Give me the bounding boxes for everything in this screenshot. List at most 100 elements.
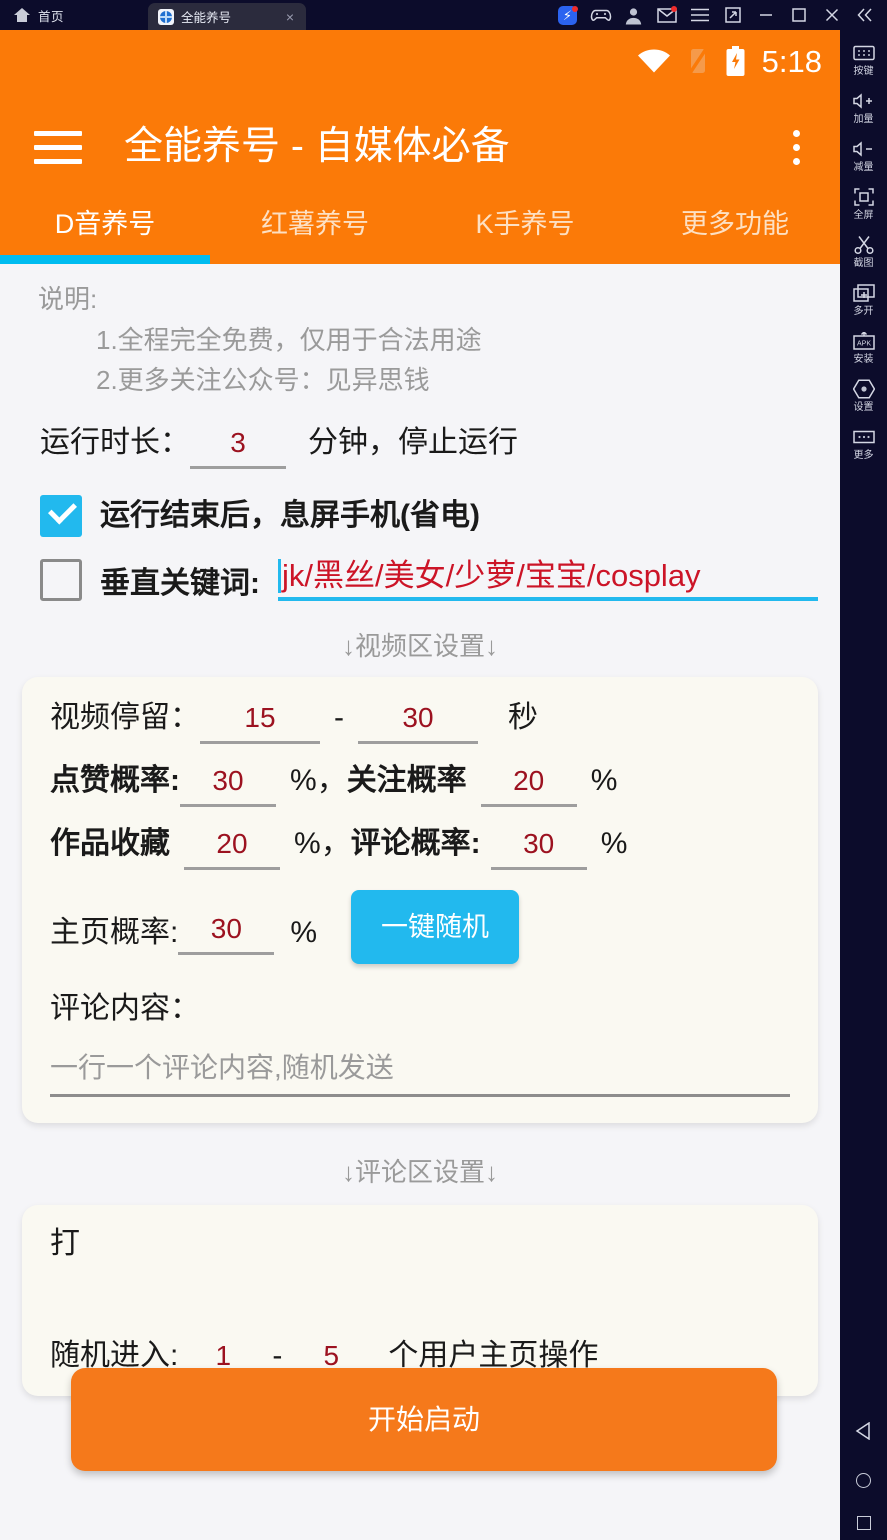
comma-separator: ， [316,764,347,797]
homepage-rate-row: 主页概率: 30 % 一键随机 [22,890,818,970]
restore-window-icon[interactable] [716,0,749,30]
close-icon[interactable]: × [282,10,298,24]
video-stay-min-input[interactable]: 15 [200,701,320,744]
browser-tab-app[interactable]: 全能养号 × [148,3,306,30]
app-favicon-icon [158,8,174,25]
tab-more[interactable]: 更多功能 [630,208,840,240]
hamburger-icon[interactable] [34,130,82,164]
run-duration-label: 运行时长： [40,426,190,459]
rail-item-screenshot[interactable]: 截图 [840,234,887,269]
boost-icon[interactable]: ⚡ [551,0,584,30]
rail-label: 更多 [853,450,874,461]
page-title: 全能养号 - 自媒体必备 [124,125,510,168]
signal-off-icon [687,46,709,76]
window-controls: ⚡ [551,0,881,30]
text-caret [278,559,281,593]
account-avatar-icon[interactable] [617,0,650,30]
rail-item-multi-instance[interactable]: 多开 [840,282,887,317]
keyboard-icon [852,42,875,64]
homepage-rate-label: 主页概率: [50,916,179,949]
instructions-title: 说明: [38,284,98,314]
rail-label: 截图 [853,258,874,269]
gamepad-icon[interactable] [584,0,617,30]
run-duration-suffix: 分钟，停止运行 [308,426,518,459]
one-click-random-button[interactable]: 一键随机 [351,890,520,964]
nav-back-icon[interactable] [855,1421,872,1445]
collect-rate-label: 作品收藏 [50,827,170,860]
range-separator: - [334,701,344,734]
percent-sign: % [294,827,321,860]
tab-xhs[interactable]: 红薯养号 [210,208,420,240]
comment-content-placeholder: 一行一个评论内容,随机发送 [50,1052,394,1083]
like-rate-input[interactable]: 30 [180,764,276,807]
app-bar: 全能养号 - 自媒体必备 [0,92,840,202]
volume-up-icon [852,90,876,112]
instruction-line: 1.全程完全免费，仅用于合法用途 [96,325,482,355]
svg-text:APK: APK [856,341,870,348]
gear-icon [852,378,875,400]
like-rate-label: 点赞概率: [50,764,180,797]
run-duration-input[interactable]: 3 [190,426,286,469]
close-window-icon[interactable] [815,0,848,30]
emulator-titlebar: 首页 全能养号 × ⚡ [0,0,887,30]
run-duration-row: 运行时长： 3 分钟，停止运行 [0,426,840,469]
homepage-rate-input[interactable]: 30 [178,912,275,955]
scissors-icon [853,234,874,256]
rail-label: 全屏 [853,210,874,221]
instructions-block: 说明: 1.全程完全免费，仅用于合法用途 2.更多关注公众号：见异思钱 [0,264,840,400]
vertical-keyword-input[interactable]: jk/黑丝/美女/少萝/宝宝/cosplay [278,559,818,601]
mail-icon[interactable] [650,0,683,30]
rail-item-keyboard[interactable]: 按键 [840,42,887,77]
rail-item-settings[interactable]: 设置 [840,378,887,413]
vertical-keyword-value: jk/黑丝/美女/少萝/宝宝/cosplay [282,558,701,593]
volume-down-icon [852,138,876,160]
android-nav-buttons [840,1421,887,1530]
video-section-heading: ↓视频区设置↓ [341,631,498,661]
comment-content-input[interactable]: 一行一个评论内容,随机发送 [50,1052,790,1097]
minimize-window-icon[interactable] [749,0,782,30]
collect-rate-input[interactable]: 20 [184,827,280,870]
maximize-window-icon[interactable] [782,0,815,30]
collapse-rail-icon[interactable] [848,0,881,30]
percent-sign: % [600,827,628,860]
tab-active-indicator [0,255,210,264]
video-settings-card: 视频停留： 15 - 30 秒 点赞概率: 30 % ， 关注概率 20 % 作… [22,677,818,1123]
rail-item-volume-up[interactable]: 加量 [840,90,887,125]
video-stay-max-input[interactable]: 30 [358,701,478,744]
sleep-after-run-checkbox[interactable] [40,495,82,537]
instruction-line: 2.更多关注公众号：见异思钱 [96,365,430,395]
follow-rate-input[interactable]: 20 [480,764,577,807]
video-stay-label: 视频停留： [50,701,200,734]
comment-rate-input[interactable]: 30 [490,827,587,870]
tab-dy[interactable]: D音养号 [0,208,210,240]
percent-sign: % [590,764,618,797]
rail-item-fullscreen[interactable]: 全屏 [840,186,887,221]
tab-title: 全能养号 [181,11,232,25]
apk-install-icon: APK [852,330,876,352]
rail-item-more[interactable]: 更多 [840,426,887,461]
rail-item-volume-down[interactable]: 减量 [840,138,887,173]
rail-label: 多开 [853,306,874,317]
comment-content-label: 评论内容： [50,992,200,1025]
nav-recents-icon[interactable] [856,1516,871,1530]
home-tab-button[interactable]: 首页 [0,0,64,30]
nav-home-icon[interactable] [856,1473,871,1488]
battery-charging-icon [725,45,746,77]
tab-strip: D音养号 红薯养号 K手养号 更多功能 [0,202,840,264]
rail-label: 减量 [853,162,874,173]
start-button[interactable]: 开始启动 [71,1368,777,1471]
rail-label: 设置 [853,402,874,413]
tab-ks[interactable]: K手养号 [420,208,630,240]
emulator-tool-rail: 按键 加量 减量 全屏 截图 多开 APK 安装 设置 更多 [840,30,887,1540]
rail-label: 安装 [853,354,874,365]
rail-item-install-apk[interactable]: APK 安装 [840,330,887,365]
android-screen: 5:18 全能养号 - 自媒体必备 D音养号 红薯养号 K手养号 更多功能 说明… [0,30,840,1540]
kebab-menu-icon[interactable] [776,129,816,165]
follow-rate-label: 关注概率 [346,764,467,797]
menu-icon[interactable] [683,0,716,30]
video-stay-unit: 秒 [508,701,538,734]
sleep-after-run-row[interactable]: 运行结束后，息屏手机(省电) [0,495,840,537]
video-stay-row: 视频停留： 15 - 30 秒 [22,701,818,744]
vertical-keyword-checkbox[interactable] [40,559,82,601]
home-icon [14,8,30,22]
